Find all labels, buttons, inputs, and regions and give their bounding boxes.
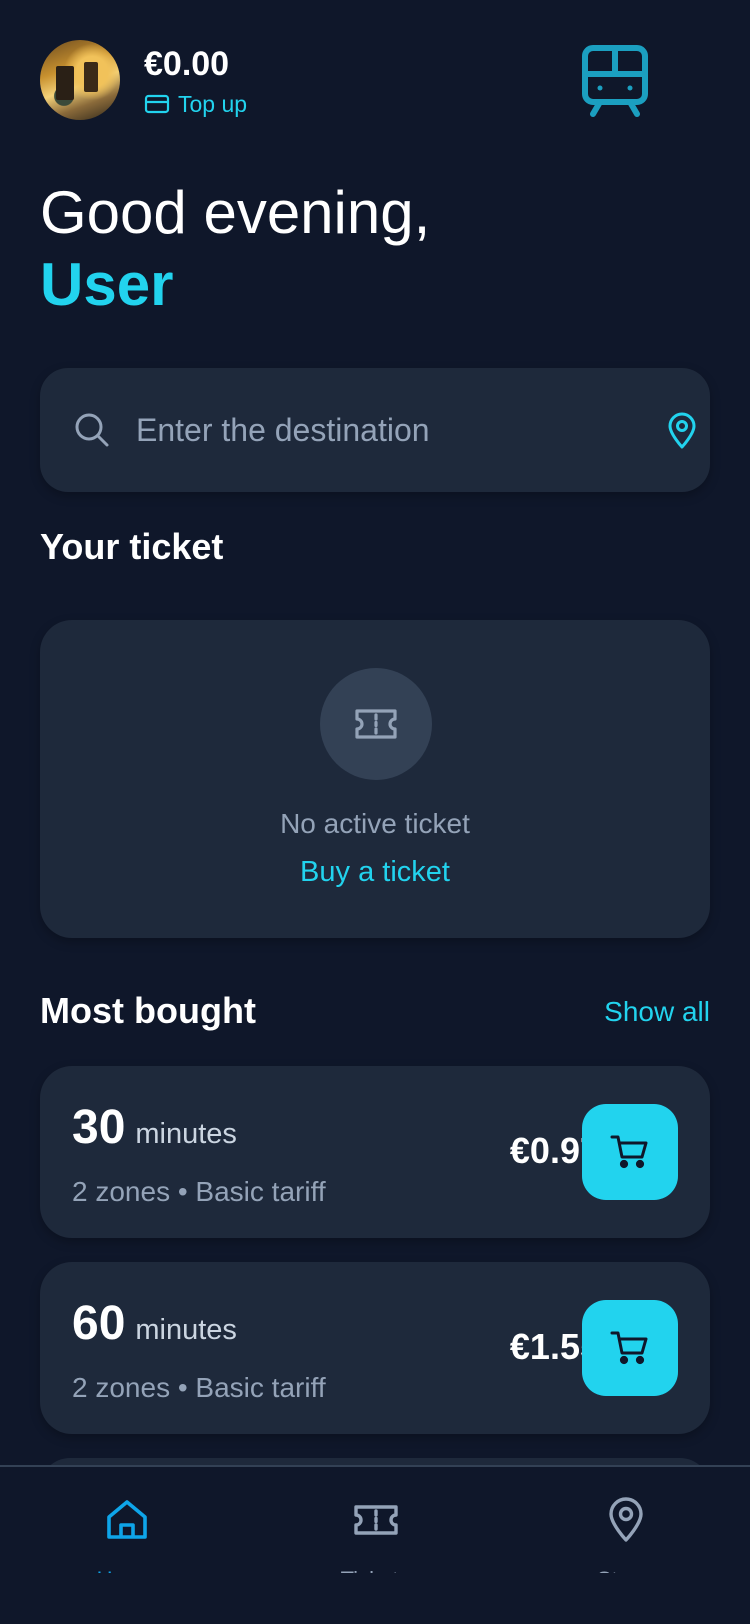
your-ticket-heading: Your ticket: [40, 526, 224, 567]
home-icon: [107, 1500, 147, 1539]
add-to-cart-button[interactable]: [582, 1300, 678, 1396]
active-ticket-card: No active ticket Buy a ticket: [40, 620, 710, 938]
header: €0.00 Top up: [40, 40, 710, 120]
ticket-icon: [355, 709, 397, 739]
greeting-text: Good evening,: [40, 179, 431, 246]
destination-search-bar[interactable]: [40, 368, 710, 492]
no-active-ticket-text: No active ticket: [280, 808, 470, 839]
ticket-icon: [354, 1505, 398, 1535]
destination-input[interactable]: [136, 398, 616, 462]
product-details: 2 zones • Basic tariff: [72, 1372, 326, 1403]
balance-amount: €0.00: [144, 45, 230, 83]
add-to-cart-button[interactable]: [582, 1104, 678, 1200]
product-price: €1.55: [509, 1326, 600, 1367]
buy-ticket-link[interactable]: Buy a ticket: [40, 856, 710, 889]
top-up-label: Top up: [178, 90, 248, 117]
nav-tickets-label: Tickets: [315, 1563, 435, 1573]
nav-tickets[interactable]: Tickets: [315, 1497, 435, 1601]
home-screen: €0.00 Top up Good evening, User Enter th…: [0, 0, 750, 1624]
show-all-link[interactable]: Show all: [604, 996, 710, 1028]
nav-home[interactable]: Home: [66, 1497, 186, 1601]
bottom-navigation: Home Tickets Stops: [0, 1465, 750, 1624]
cart-icon: [610, 1331, 648, 1365]
product-card[interactable]: 60 minutes 2 zones • Basic tariff €1.55: [40, 1262, 710, 1434]
ticket-placeholder: [320, 668, 432, 780]
greeting-user-name: User: [40, 251, 174, 318]
product-card[interactable]: 30 minutes 2 zones • Basic tariff €0.97: [40, 1066, 710, 1238]
product-duration-unit: minutes: [135, 1118, 237, 1150]
top-up-button[interactable]: Top up: [144, 90, 247, 118]
nav-home-label: Home: [66, 1563, 186, 1573]
search-icon: [75, 413, 109, 447]
cart-icon: [610, 1135, 648, 1169]
nav-stops[interactable]: Stops: [565, 1497, 685, 1601]
product-details: 2 zones • Basic tariff: [72, 1176, 326, 1207]
product-duration: 30: [72, 1101, 126, 1154]
avatar[interactable]: [40, 40, 120, 120]
most-bought-heading: Most bought: [40, 990, 256, 1031]
location-pin-icon[interactable]: [666, 412, 698, 450]
train-icon: [582, 45, 648, 117]
product-duration-unit: minutes: [135, 1314, 237, 1346]
product-duration: 60: [72, 1297, 126, 1350]
location-pin-icon: [609, 1497, 643, 1542]
nav-stops-label: Stops: [565, 1563, 685, 1573]
card-icon: [144, 94, 170, 114]
product-price: €0.97: [509, 1130, 600, 1171]
